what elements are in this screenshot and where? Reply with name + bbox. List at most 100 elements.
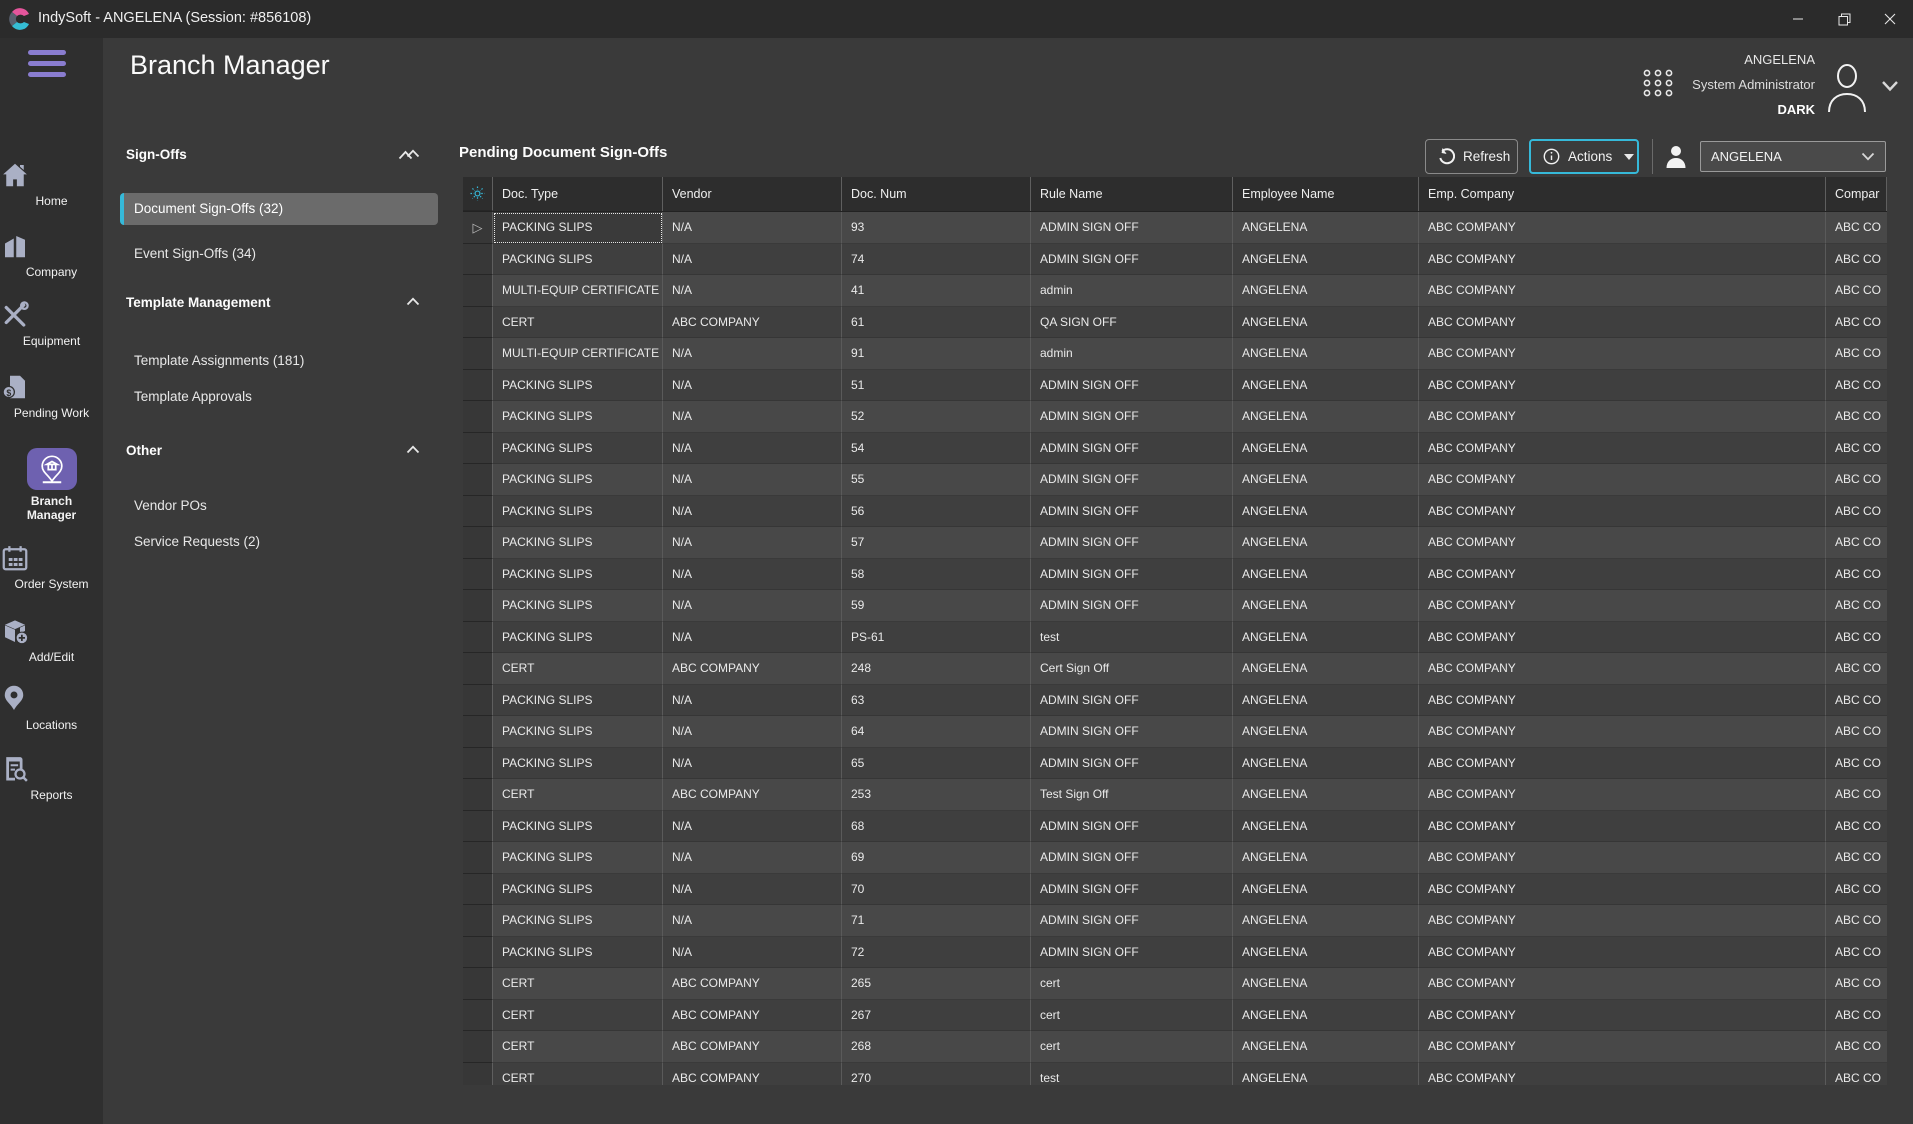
avatar-icon[interactable] <box>1821 60 1873 112</box>
table-cell[interactable]: ABC COMPANY <box>1419 212 1826 244</box>
table-cell[interactable]: ABC CO <box>1826 748 1887 780</box>
table-cell[interactable]: CERT <box>493 1031 663 1063</box>
table-cell[interactable]: ABC COMPANY <box>1419 527 1826 559</box>
table-cell[interactable]: ABC COMPANY <box>1419 307 1826 339</box>
row-indicator-cell[interactable] <box>463 811 493 843</box>
table-row[interactable]: CERTABC COMPANY265certANGELENAABC COMPAN… <box>463 968 1887 1000</box>
table-cell[interactable]: N/A <box>663 370 842 402</box>
table-cell[interactable]: ABC CO <box>1826 653 1887 685</box>
table-cell[interactable]: CERT <box>493 653 663 685</box>
row-indicator-cell[interactable] <box>463 590 493 622</box>
close-button[interactable] <box>1867 0 1913 38</box>
table-cell[interactable]: ABC COMPANY <box>1419 653 1826 685</box>
table-cell[interactable]: PACKING SLIPS <box>493 559 663 591</box>
table-cell[interactable]: PACKING SLIPS <box>493 590 663 622</box>
table-cell[interactable]: ABC CO <box>1826 1031 1887 1063</box>
table-row[interactable]: PACKING SLIPSN/A57ADMIN SIGN OFFANGELENA… <box>463 527 1887 559</box>
table-cell[interactable]: ABC COMPANY <box>663 1031 842 1063</box>
table-row[interactable]: PACKING SLIPSN/A58ADMIN SIGN OFFANGELENA… <box>463 559 1887 591</box>
nav-item-service-requests[interactable]: Service Requests (2) <box>120 526 438 558</box>
table-cell[interactable]: ADMIN SIGN OFF <box>1031 527 1233 559</box>
table-cell[interactable]: ANGELENA <box>1233 307 1419 339</box>
table-cell[interactable]: ABC CO <box>1826 1063 1887 1086</box>
table-cell[interactable]: ABC COMPANY <box>1419 968 1826 1000</box>
table-cell[interactable]: PACKING SLIPS <box>493 905 663 937</box>
table-cell[interactable]: 68 <box>842 811 1031 843</box>
table-cell[interactable]: N/A <box>663 622 842 654</box>
table-cell[interactable]: CERT <box>493 307 663 339</box>
table-cell[interactable]: N/A <box>663 590 842 622</box>
table-cell[interactable]: ANGELENA <box>1233 716 1419 748</box>
nav-section-sign-offs[interactable]: Sign-Offs <box>126 147 438 162</box>
table-cell[interactable]: N/A <box>663 212 842 244</box>
table-cell[interactable]: ABC COMPANY <box>1419 275 1826 307</box>
table-cell[interactable]: ABC CO <box>1826 905 1887 937</box>
table-cell[interactable]: ABC COMPANY <box>1419 716 1826 748</box>
sidebar-item-order-system[interactable]: Order System <box>0 543 103 591</box>
table-cell[interactable]: ABC COMPANY <box>1419 779 1826 811</box>
table-cell[interactable]: ABC COMPANY <box>1419 401 1826 433</box>
nav-item-template-approvals[interactable]: Template Approvals <box>120 381 438 413</box>
table-row[interactable]: CERTABC COMPANY61QA SIGN OFFANGELENAABC … <box>463 307 1887 339</box>
menu-hamburger-button[interactable] <box>28 50 68 84</box>
table-cell[interactable]: ADMIN SIGN OFF <box>1031 401 1233 433</box>
table-row[interactable]: PACKING SLIPSN/A51ADMIN SIGN OFFANGELENA… <box>463 370 1887 402</box>
table-cell[interactable]: 265 <box>842 968 1031 1000</box>
table-row[interactable]: PACKING SLIPSN/A63ADMIN SIGN OFFANGELENA… <box>463 685 1887 717</box>
table-cell[interactable]: 64 <box>842 716 1031 748</box>
table-cell[interactable]: 65 <box>842 748 1031 780</box>
table-row[interactable]: PACKING SLIPSN/A69ADMIN SIGN OFFANGELENA… <box>463 842 1887 874</box>
table-cell[interactable]: N/A <box>663 338 842 370</box>
table-cell[interactable]: ABC COMPANY <box>1419 370 1826 402</box>
row-indicator-cell[interactable] <box>463 842 493 874</box>
table-cell[interactable]: 52 <box>842 401 1031 433</box>
column-header-doc-type[interactable]: Doc. Type <box>493 177 663 211</box>
column-header-doc-num[interactable]: Doc. Num <box>842 177 1031 211</box>
table-cell[interactable]: ANGELENA <box>1233 275 1419 307</box>
table-cell[interactable]: 91 <box>842 338 1031 370</box>
table-cell[interactable]: 72 <box>842 937 1031 969</box>
table-cell[interactable]: ABC CO <box>1826 244 1887 276</box>
actions-button[interactable]: Actions <box>1529 139 1639 174</box>
table-cell[interactable]: cert <box>1031 1031 1233 1063</box>
table-cell[interactable]: ABC CO <box>1826 716 1887 748</box>
sidebar-item-pending-work[interactable]: $ Pending Work <box>0 372 103 420</box>
table-cell[interactable]: ABC CO <box>1826 685 1887 717</box>
table-cell[interactable]: ABC COMPANY <box>1419 338 1826 370</box>
sidebar-item-locations[interactable]: Locations <box>0 684 103 732</box>
nav-section-template-management[interactable]: Template Management <box>126 295 438 310</box>
table-cell[interactable]: ANGELENA <box>1233 433 1419 465</box>
row-indicator-cell[interactable] <box>463 559 493 591</box>
row-indicator-cell[interactable] <box>463 1031 493 1063</box>
table-cell[interactable]: 70 <box>842 874 1031 906</box>
table-cell[interactable]: N/A <box>663 275 842 307</box>
table-cell[interactable]: ABC COMPANY <box>1419 1063 1826 1086</box>
table-cell[interactable]: ADMIN SIGN OFF <box>1031 212 1233 244</box>
row-indicator-cell[interactable]: ▷ <box>463 212 493 244</box>
table-cell[interactable]: ABC COMPANY <box>663 1063 842 1086</box>
table-cell[interactable]: CERT <box>493 968 663 1000</box>
table-row[interactable]: PACKING SLIPSN/A70ADMIN SIGN OFFANGELENA… <box>463 874 1887 906</box>
table-cell[interactable]: ABC COMPANY <box>1419 559 1826 591</box>
table-cell[interactable]: ABC COMPANY <box>663 968 842 1000</box>
table-cell[interactable]: PACKING SLIPS <box>493 685 663 717</box>
sidebar-item-branch-manager[interactable]: Branch Manager <box>0 448 103 522</box>
table-cell[interactable]: ANGELENA <box>1233 1063 1419 1086</box>
row-indicator-cell[interactable] <box>463 275 493 307</box>
table-row[interactable]: CERTABC COMPANY268certANGELENAABC COMPAN… <box>463 1031 1887 1063</box>
table-cell[interactable]: ADMIN SIGN OFF <box>1031 244 1233 276</box>
table-cell[interactable]: ANGELENA <box>1233 811 1419 843</box>
table-cell[interactable]: cert <box>1031 968 1233 1000</box>
table-cell[interactable]: ABC COMPANY <box>1419 244 1826 276</box>
table-cell[interactable]: QA SIGN OFF <box>1031 307 1233 339</box>
table-cell[interactable]: ANGELENA <box>1233 874 1419 906</box>
table-cell[interactable]: PACKING SLIPS <box>493 464 663 496</box>
table-cell[interactable]: ABC CO <box>1826 433 1887 465</box>
table-cell[interactable]: N/A <box>663 905 842 937</box>
table-cell[interactable]: 41 <box>842 275 1031 307</box>
table-cell[interactable]: admin <box>1031 275 1233 307</box>
table-cell[interactable]: ANGELENA <box>1233 527 1419 559</box>
table-row[interactable]: CERTABC COMPANY270testANGELENAABC COMPAN… <box>463 1063 1887 1086</box>
table-cell[interactable]: ABC COMPANY <box>1419 1031 1826 1063</box>
table-cell[interactable]: 63 <box>842 685 1031 717</box>
